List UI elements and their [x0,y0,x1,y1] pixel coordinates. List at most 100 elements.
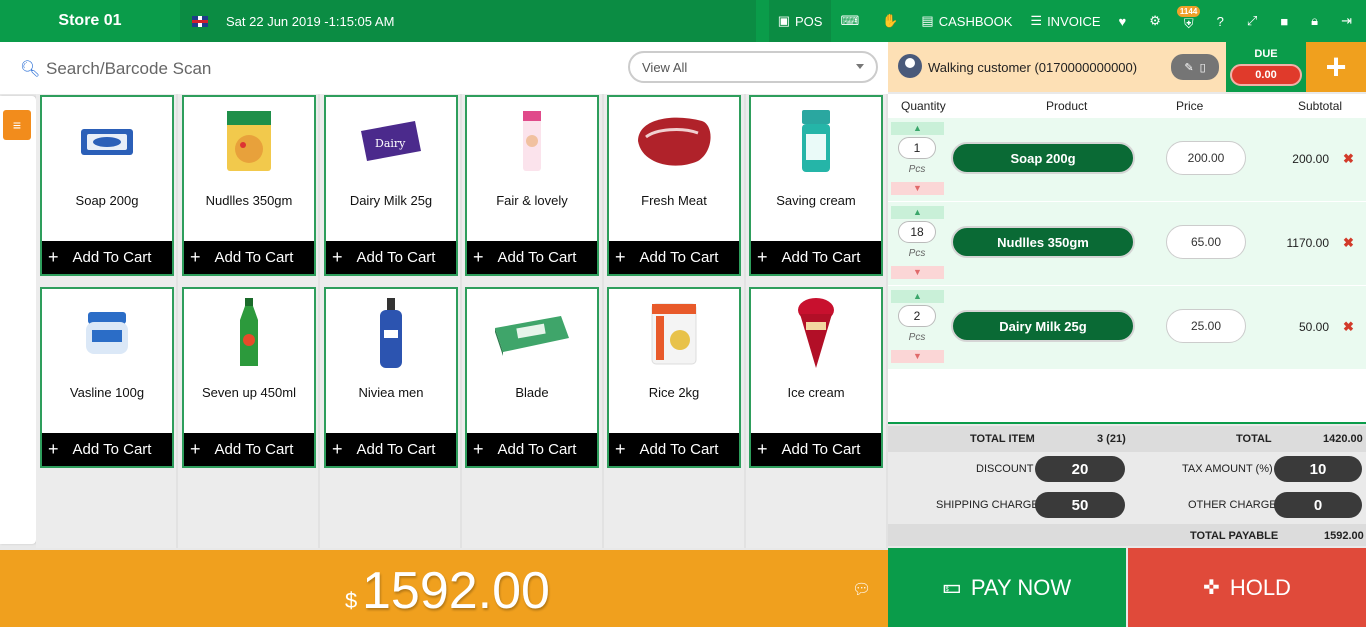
remove-item-icon[interactable]: ✖ [1343,235,1354,251]
price-input[interactable]: 25.00 [1166,309,1246,343]
plus-icon: + [757,439,768,459]
window-button[interactable]: ■ [1271,0,1302,42]
pay-now-button[interactable]: 💵︎ PAY NOW [888,548,1126,627]
add-to-cart-label: Add To Cart [214,249,294,266]
add-to-cart-button[interactable]: + Add To Cart [184,433,314,466]
qty-input[interactable]: 1 [898,137,936,159]
cart-product-name[interactable]: Dairy Milk 25g [951,310,1135,342]
row-subtotal: 50.00 [1298,320,1329,334]
keyboard-icon: ⌨ [840,13,860,28]
logout-button[interactable]: ⇥ [1332,0,1366,42]
product-card[interactable]: Ice cream + Add To Cart [749,287,883,468]
keyboard-button[interactable]: ⌨ [831,0,873,42]
help-button[interactable]: ? [1208,0,1238,42]
product-image [184,297,314,369]
settings-button[interactable]: ⚙ [1140,0,1175,42]
qty-input[interactable]: 18 [898,221,936,243]
add-to-cart-label: Add To Cart [639,249,719,266]
other-charge-input[interactable]: 0 [1274,492,1362,518]
cart-product-name[interactable]: Soap 200g [951,142,1135,174]
hold-label: HOLD [1229,574,1291,600]
product-card[interactable]: Seven up 450ml + Add To Cart [182,287,316,468]
mobile-icon: ▯ [1199,61,1206,74]
gear-icon: ⚙ [1149,13,1161,28]
due-value: 0.00 [1230,64,1302,86]
add-to-cart-button[interactable]: + Add To Cart [467,241,597,274]
remove-item-icon[interactable]: ✖ [1343,319,1354,335]
product-card[interactable]: Vasline 100g + Add To Cart [40,287,174,468]
product-image [467,297,597,369]
product-card[interactable]: Blade + Add To Cart [465,287,599,468]
lock-button[interactable]: 🔒︎ [1302,0,1332,42]
product-card[interactable]: Fresh Meat + Add To Cart [607,95,741,276]
heart-icon: ♥ [1118,13,1127,29]
qty-decrease-button[interactable]: ▼ [891,350,944,363]
add-to-cart-button[interactable]: + Add To Cart [751,433,881,466]
cart-product-name[interactable]: Nudlles 350gm [951,226,1135,258]
add-to-cart-button[interactable]: + Add To Cart [184,241,314,274]
plus-icon: + [473,439,484,459]
product-name: Vasline 100g [69,385,145,400]
product-image [609,105,739,177]
product-card[interactable]: Rice 2kg + Add To Cart [607,287,741,468]
chat-icon[interactable]: 💬︎ [852,580,871,598]
hold-button[interactable]: ✜ HOLD [1128,548,1366,627]
qty-increase-button[interactable]: ▲ [891,122,944,135]
qty-input[interactable]: 2 [898,305,936,327]
qty-increase-button[interactable]: ▲ [891,206,944,219]
add-to-cart-button[interactable]: + Add To Cart [326,433,456,466]
qty-decrease-button[interactable]: ▼ [891,182,944,195]
price-input[interactable]: 200.00 [1166,141,1246,175]
add-to-cart-button[interactable]: + Add To Cart [467,433,597,466]
product-card[interactable]: Fair & lovely + Add To Cart [465,95,599,276]
store-name[interactable]: Store 01 [0,0,180,42]
discount-input[interactable]: 20 [1035,456,1125,482]
favorite-button[interactable]: ♥ [1110,0,1141,42]
add-to-cart-button[interactable]: + Add To Cart [609,241,739,274]
add-to-cart-button[interactable]: + Add To Cart [751,241,881,274]
tax-input[interactable]: 10 [1274,456,1362,482]
notifications-button[interactable]: 1144 ⛨ [1175,0,1208,42]
nav-pos[interactable]: ▣ POS [768,0,832,42]
search-icon: 🔍︎ [20,61,41,78]
add-to-cart-button[interactable]: + Add To Cart [609,433,739,466]
add-to-cart-button[interactable]: + Add To Cart [326,241,456,274]
category-toggle-button[interactable]: ≡ [3,110,31,140]
plus-icon: + [48,247,59,267]
product-name: Fresh Meat [641,193,707,208]
product-card[interactable]: Soap 200g + Add To Cart [40,95,174,276]
search-input[interactable] [46,56,346,82]
nav-invoice[interactable]: ☰ INVOICE [1021,0,1109,42]
category-select[interactable]: View All [628,51,878,83]
add-to-cart-button[interactable]: + Add To Cart [42,241,172,274]
notification-badge: 1144 [1176,6,1201,17]
product-card[interactable]: Dairy Dairy Milk 25g + Add To Cart [324,95,458,276]
fullscreen-button[interactable]: ⤢ [1238,0,1271,42]
book-icon: ▤ [921,13,934,28]
shipping-input[interactable]: 50 [1035,492,1125,518]
cart-row: ▲ 1 Pcs ▼ Soap 200g 200.00 200.00 ✖ [888,118,1366,202]
qty-decrease-button[interactable]: ▼ [891,266,944,279]
customer-name[interactable]: Walking customer (0170000000000) [928,60,1137,75]
logout-icon: ⇥ [1341,13,1352,28]
add-customer-button[interactable]: + [1306,42,1366,92]
svg-text:Dairy: Dairy [375,137,406,150]
product-card[interactable]: Niviea men + Add To Cart [324,287,458,468]
hand-button[interactable]: ✋ [873,0,912,42]
nav-cashbook[interactable]: ▤ CASHBOOK [912,0,1021,42]
qty-increase-button[interactable]: ▲ [891,290,944,303]
add-to-cart-label: Add To Cart [781,441,861,458]
list-icon: ☰ [1030,13,1043,28]
product-card[interactable]: Saving cream + Add To Cart [749,95,883,276]
product-name: Nudlles 350gm [205,193,293,208]
remove-item-icon[interactable]: ✖ [1343,151,1354,167]
customer-edit-button[interactable]: ✎ ▯ [1171,54,1219,80]
product-card[interactable]: Nudlles 350gm + Add To Cart [182,95,316,276]
nav-invoice-label: INVOICE [1047,13,1101,29]
price-input[interactable]: 65.00 [1166,225,1246,259]
product-image [751,105,881,177]
add-to-cart-button[interactable]: + Add To Cart [42,433,172,466]
uk-flag-icon[interactable] [192,15,208,27]
plus-icon: + [1325,46,1347,87]
add-to-cart-label: Add To Cart [72,441,152,458]
